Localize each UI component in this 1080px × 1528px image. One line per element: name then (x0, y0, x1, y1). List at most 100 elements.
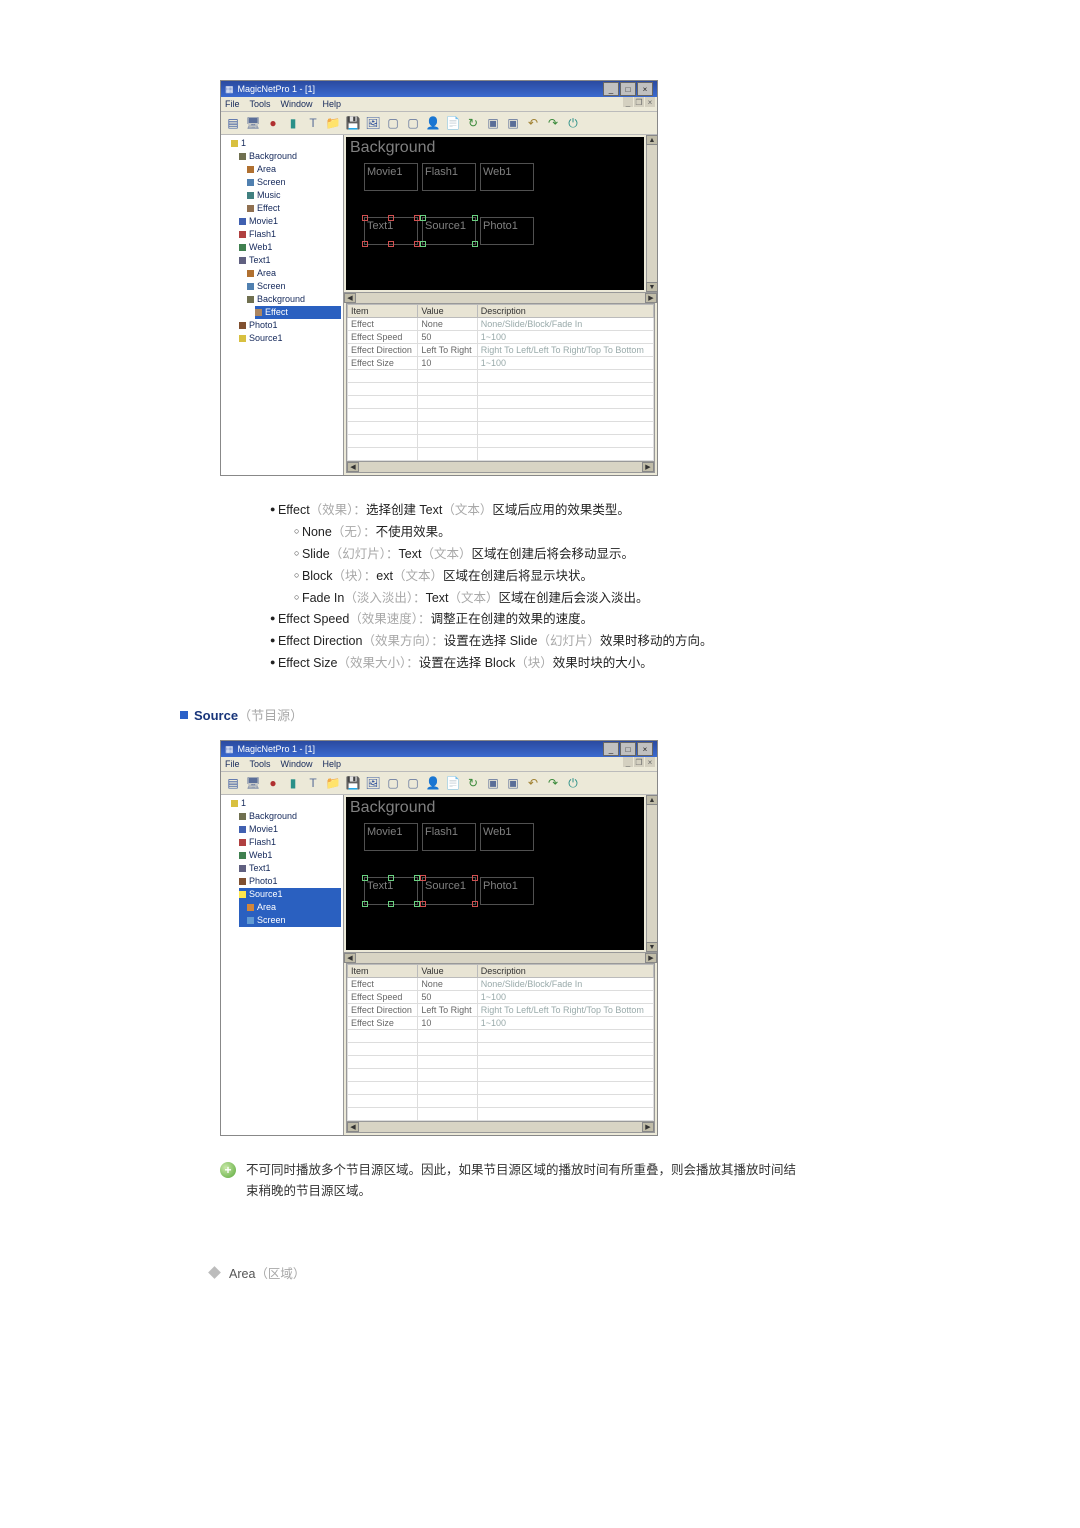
clip-flash1[interactable]: Flash1 (422, 823, 476, 851)
tool-text-icon[interactable]: T (305, 775, 321, 791)
tool-save-icon[interactable]: 💾 (345, 115, 361, 131)
col-value[interactable]: Value (418, 965, 477, 978)
tree-item[interactable]: Effect (247, 202, 341, 215)
tool-a2-icon[interactable]: ▢ (405, 775, 421, 791)
canvas-vscroll[interactable]: ▲ ▼ (646, 135, 657, 292)
tool-page-icon[interactable]: 📄 (445, 775, 461, 791)
tool-a1-icon[interactable]: ▢ (385, 115, 401, 131)
doc-close-icon[interactable]: × (645, 97, 655, 107)
tool-monitor-icon[interactable]: 🖥 (245, 775, 261, 791)
tree-item[interactable]: 1BackgroundMovie1Flash1Web1Text1Photo1So… (231, 797, 341, 927)
menu-tools[interactable]: Tools (250, 99, 271, 109)
clip-text1[interactable]: Text1 (364, 217, 418, 245)
layout-canvas[interactable]: Background Movie1 Flash1 Web1 Text1 (346, 137, 644, 290)
tool-record-icon[interactable]: ● (265, 775, 281, 791)
tool-b2-icon[interactable]: ▣ (505, 775, 521, 791)
tree-item[interactable]: Flash1 (239, 228, 341, 241)
menu-help[interactable]: Help (323, 99, 342, 109)
tool-picture-icon[interactable]: 🖼 (365, 775, 381, 791)
col-description[interactable]: Description (477, 965, 653, 978)
tree-item[interactable]: Area (247, 267, 341, 280)
tool-redo-icon[interactable]: ↷ (545, 775, 561, 791)
menu-help[interactable]: Help (323, 759, 342, 769)
tree-item[interactable]: Background (239, 810, 341, 823)
minimize-icon[interactable]: _ (603, 82, 619, 96)
tool-undo-icon[interactable]: ↶ (525, 775, 541, 791)
tree-item[interactable]: Music (247, 189, 341, 202)
canvas-hscroll[interactable]: ◀ ▶ (344, 952, 657, 963)
tool-user-icon[interactable]: 👤 (425, 115, 441, 131)
canvas-hscroll[interactable]: ◀ ▶ (344, 292, 657, 303)
tree-item[interactable]: Web1 (239, 241, 341, 254)
clip-web1[interactable]: Web1 (480, 163, 534, 191)
tree-item[interactable]: Source1AreaScreen (239, 888, 341, 927)
clip-photo1[interactable]: Photo1 (480, 217, 534, 245)
tree-item[interactable]: Photo1 (239, 875, 341, 888)
tree-item[interactable]: 1BackgroundAreaScreenMusicEffectMovie1Fl… (231, 137, 341, 345)
clip-source1[interactable]: Source1 (422, 217, 476, 245)
menu-file[interactable]: File (225, 759, 240, 769)
minimize-icon[interactable]: _ (603, 742, 619, 756)
tree-item[interactable]: Flash1 (239, 836, 341, 849)
tool-tag-icon[interactable]: ▮ (285, 115, 301, 131)
doc-min-icon[interactable]: _ (623, 97, 633, 107)
tree-item[interactable]: BackgroundEffect (247, 293, 341, 319)
tool-a2-icon[interactable]: ▢ (405, 115, 421, 131)
menu-tools[interactable]: Tools (250, 759, 271, 769)
col-item[interactable]: Item (348, 965, 418, 978)
tree-item[interactable]: Area (247, 163, 341, 176)
tool-redo-icon[interactable]: ↷ (545, 115, 561, 131)
tool-record-icon[interactable]: ● (265, 115, 281, 131)
tool-save-icon[interactable]: 💾 (345, 775, 361, 791)
clip-photo1[interactable]: Photo1 (480, 877, 534, 905)
tree-item[interactable]: Screen (247, 176, 341, 189)
tree-item[interactable]: Movie1 (239, 215, 341, 228)
clip-source1[interactable]: Source1 (422, 877, 476, 905)
clip-movie1[interactable]: Movie1 (364, 823, 418, 851)
close-icon[interactable]: × (637, 742, 653, 756)
menu-window[interactable]: Window (281, 759, 313, 769)
tool-refresh-icon[interactable]: ↻ (465, 115, 481, 131)
tool-b2-icon[interactable]: ▣ (505, 115, 521, 131)
tree-item[interactable]: Screen (247, 280, 341, 293)
menu-window[interactable]: Window (281, 99, 313, 109)
doc-restore-icon[interactable]: ❐ (634, 97, 644, 107)
background-clip[interactable]: Background (350, 139, 435, 157)
tool-page-icon[interactable]: 📄 (445, 115, 461, 131)
tree-item[interactable]: Photo1 (239, 319, 341, 332)
clip-flash1[interactable]: Flash1 (422, 163, 476, 191)
col-item[interactable]: Item (348, 305, 418, 318)
tool-a1-icon[interactable]: ▢ (385, 775, 401, 791)
col-value[interactable]: Value (418, 305, 477, 318)
clip-web1[interactable]: Web1 (480, 823, 534, 851)
maximize-icon[interactable]: □ (620, 742, 636, 756)
tree-item[interactable]: Area (247, 901, 341, 914)
doc-restore-icon[interactable]: ❐ (634, 757, 644, 767)
tree-item[interactable]: Source1 (239, 332, 341, 345)
tree-item[interactable]: Web1 (239, 849, 341, 862)
col-description[interactable]: Description (477, 305, 653, 318)
tool-folder-icon[interactable]: 📁 (325, 115, 341, 131)
tree-item[interactable]: Text1 (239, 862, 341, 875)
tree-item[interactable]: Screen (247, 914, 341, 927)
tool-power-icon[interactable]: ⏻ (565, 775, 581, 791)
tool-tag-icon[interactable]: ▮ (285, 775, 301, 791)
close-icon[interactable]: × (637, 82, 653, 96)
tool-power-icon[interactable]: ⏻ (565, 115, 581, 131)
tree-item[interactable]: Effect (255, 306, 341, 319)
tool-undo-icon[interactable]: ↶ (525, 115, 541, 131)
tree-item[interactable]: Text1AreaScreenBackgroundEffect (239, 254, 341, 319)
tool-new-icon[interactable]: ▤ (225, 115, 241, 131)
tool-b1-icon[interactable]: ▣ (485, 775, 501, 791)
tree-item[interactable]: BackgroundAreaScreenMusicEffect (239, 150, 341, 215)
grid-hscroll[interactable]: ◀▶ (347, 461, 654, 472)
tool-text-icon[interactable]: T (305, 115, 321, 131)
tool-refresh-icon[interactable]: ↻ (465, 775, 481, 791)
tree-item[interactable]: Movie1 (239, 823, 341, 836)
canvas-vscroll[interactable]: ▲ ▼ (646, 795, 657, 952)
tool-b1-icon[interactable]: ▣ (485, 115, 501, 131)
tool-folder-icon[interactable]: 📁 (325, 775, 341, 791)
doc-close-icon[interactable]: × (645, 757, 655, 767)
maximize-icon[interactable]: □ (620, 82, 636, 96)
doc-min-icon[interactable]: _ (623, 757, 633, 767)
